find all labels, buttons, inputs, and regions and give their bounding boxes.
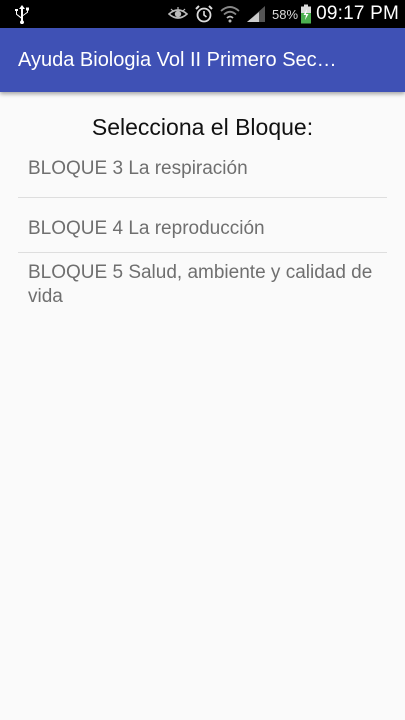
- alarm-icon: [194, 4, 214, 24]
- usb-icon: [14, 4, 30, 24]
- signal-icon: [246, 4, 266, 24]
- list-item-bloque-3[interactable]: BLOQUE 3 La respiración: [18, 144, 387, 198]
- page-heading: Selecciona el Bloque:: [91, 114, 314, 140]
- eye-icon: [168, 4, 189, 24]
- status-right: 58% 09:17 PM: [162, 0, 399, 28]
- bloque-list: BLOQUE 3 La respiración BLOQUE 4 La repr…: [18, 144, 387, 309]
- battery-percent: 58%: [272, 6, 299, 22]
- list-item-bloque-5[interactable]: BLOQUE 5 Salud, ambiente y calidad de vi…: [18, 253, 387, 309]
- app-bar: Ayuda Biologia Vol II Primero Sec…: [0, 28, 405, 92]
- status-left: [8, 4, 30, 24]
- battery-charging-icon: [300, 4, 312, 24]
- clock: 09:17 PM: [316, 3, 399, 24]
- app-title: Ayuda Biologia Vol II Primero Sec…: [18, 49, 337, 71]
- status-bar: 58% 09:17 PM: [0, 0, 405, 28]
- wifi-icon: [220, 4, 240, 24]
- list-item-bloque-4[interactable]: BLOQUE 4 La reproducción: [18, 198, 387, 253]
